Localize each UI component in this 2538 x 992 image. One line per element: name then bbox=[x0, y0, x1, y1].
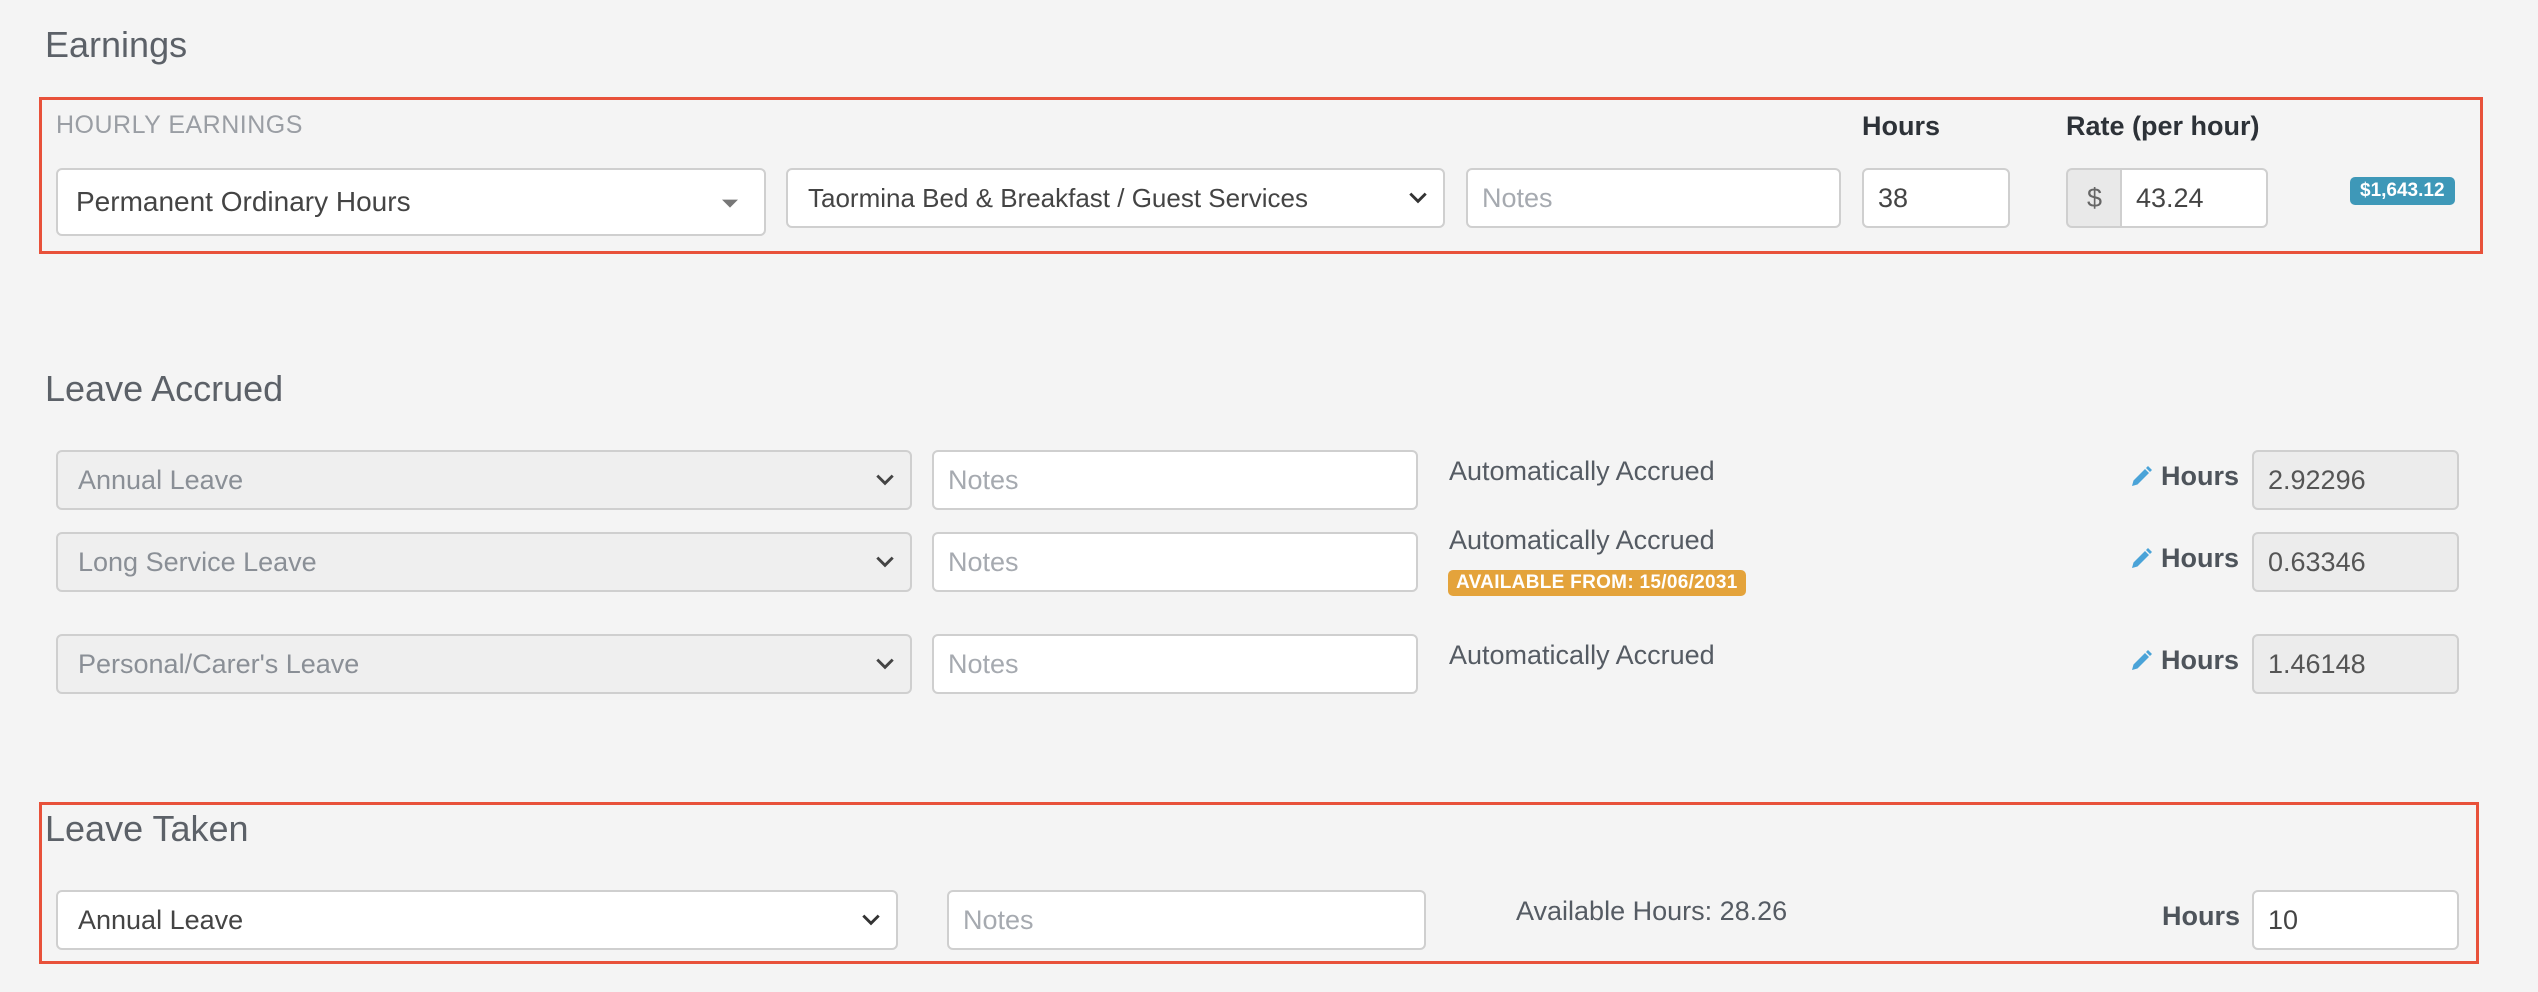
rate-header: Rate (per hour) bbox=[2066, 111, 2260, 141]
hourly-earnings-label: HOURLY EARNINGS bbox=[56, 111, 303, 139]
leave-taken-hours-input[interactable]: 10 bbox=[2252, 890, 2459, 950]
earnings-notes-input[interactable]: Notes bbox=[1466, 168, 1841, 228]
accrual-status: Automatically Accrued bbox=[1449, 456, 1715, 486]
leave-accrued-category-select[interactable]: Long Service Leave bbox=[56, 532, 912, 592]
earnings-title: Earnings bbox=[45, 24, 188, 65]
accrued-hours-field: 2.92296 bbox=[2252, 450, 2459, 510]
rate-value: 43.24 bbox=[2136, 182, 2204, 213]
leave-taken-category-select[interactable]: Annual Leave bbox=[56, 890, 898, 950]
accrual-status: Automatically Accrued bbox=[1449, 640, 1715, 670]
leave-accrued-notes-input[interactable]: Notes bbox=[932, 532, 1418, 592]
pencil-icon bbox=[2132, 547, 2152, 568]
leave-taken-notes-input[interactable]: Notes bbox=[947, 890, 1426, 950]
pencil-icon bbox=[2132, 465, 2152, 486]
pay-category-select[interactable]: Permanent Ordinary Hours bbox=[56, 168, 766, 236]
rate-input[interactable]: 43.24 bbox=[2120, 168, 2268, 228]
location-value: Taormina Bed & Breakfast / Guest Service… bbox=[808, 182, 1308, 213]
accrual-status: Automatically Accrued bbox=[1449, 525, 1715, 555]
leave-taken-hours-label: Hours bbox=[2162, 901, 2241, 931]
pencil-icon bbox=[2132, 649, 2152, 670]
accrued-hours-field: 1.46148 bbox=[2252, 634, 2459, 694]
chevron-down-icon bbox=[876, 556, 894, 568]
leave-accrued-notes-input[interactable]: Notes bbox=[932, 634, 1418, 694]
leave-accrued-category-select[interactable]: Annual Leave bbox=[56, 450, 912, 510]
earnings-total-badge: $1,643.12 bbox=[2350, 177, 2455, 205]
pay-category-value: Permanent Ordinary Hours bbox=[76, 186, 411, 217]
leave-taken-title: Leave Taken bbox=[45, 808, 249, 849]
leave-accrued-notes-input[interactable]: Notes bbox=[932, 450, 1418, 510]
location-select[interactable]: Taormina Bed & Breakfast / Guest Service… bbox=[786, 168, 1445, 228]
chevron-down-icon bbox=[876, 658, 894, 670]
chevron-down-icon bbox=[876, 474, 894, 486]
chevron-down-icon bbox=[1409, 192, 1427, 204]
available-hours-text: Available Hours: 28.26 bbox=[1516, 896, 1788, 926]
leave-accrued-title: Leave Accrued bbox=[45, 368, 284, 409]
caret-down-icon bbox=[722, 199, 738, 208]
edit-hours-link[interactable]: Hours bbox=[2129, 645, 2239, 676]
accrued-hours-field: 0.63346 bbox=[2252, 532, 2459, 592]
edit-hours-link[interactable]: Hours bbox=[2129, 461, 2239, 492]
currency-addon: $ bbox=[2066, 168, 2121, 228]
leave-accrued-category-select[interactable]: Personal/Carer's Leave bbox=[56, 634, 912, 694]
earnings-hours-input[interactable]: 38 bbox=[1862, 168, 2010, 228]
chevron-down-icon bbox=[862, 914, 880, 926]
hours-header: Hours bbox=[1862, 111, 1941, 141]
available-from-badge: AVAILABLE FROM: 15/06/2031 bbox=[1448, 570, 1746, 596]
earnings-hours-value: 38 bbox=[1878, 182, 1909, 213]
edit-hours-link[interactable]: Hours bbox=[2129, 543, 2239, 574]
